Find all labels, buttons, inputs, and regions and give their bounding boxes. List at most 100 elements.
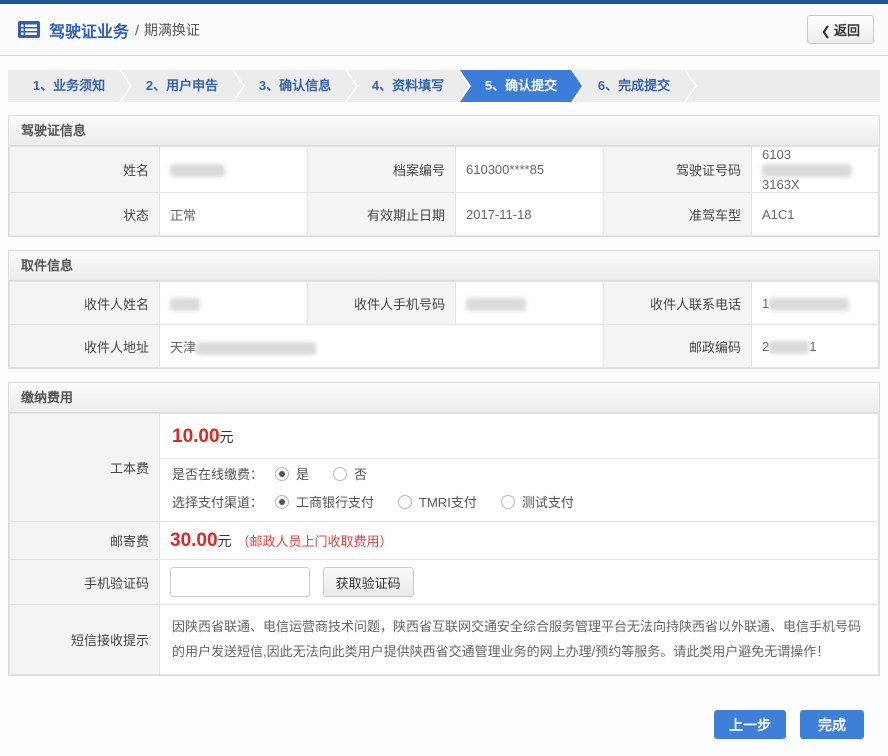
redacted-address [196, 342, 316, 355]
pay-channel-label: 选择支付渠道： [172, 492, 263, 511]
fee-amount: 10.00 [172, 426, 220, 447]
payment-section: 缴纳费用 工本费 10.00元 是否在线缴费： 是 否 选择支付渠道： 工商银行… [8, 382, 880, 676]
step-bar-filler [686, 70, 880, 102]
postage-label: 邮寄费 [10, 522, 160, 560]
name-value [160, 147, 308, 193]
name-label: 姓名 [10, 147, 160, 193]
vehicle-type-value: A1C1 [752, 193, 879, 236]
license-info-table: 姓名 档案编号 610300****85 驾驶证号码 6103 3163X 状态… [9, 146, 879, 236]
postcode-label: 邮政编码 [604, 325, 752, 368]
fee-value-cell: 10.00元 是否在线缴费： 是 否 选择支付渠道： 工商银行支付 TMRI支付… [160, 414, 879, 522]
radio-channel-tmri[interactable]: TMRI支付 [398, 492, 477, 511]
step-wizard: 1、业务须知 2、用户申告 3、确认信息 4、资料填写 5、确认提交 6、完成提… [8, 70, 880, 102]
table-row: 状态 正常 有效期止日期 2017-11-18 准驾车型 A1C1 [10, 193, 879, 236]
previous-step-button[interactable]: 上一步 [714, 710, 786, 739]
step-1-business-notice[interactable]: 1、业务须知 [8, 70, 130, 102]
breadcrumb-separator: / [135, 22, 139, 38]
captcha-input[interactable] [170, 567, 310, 597]
footer-actions: 上一步 完成 [24, 710, 864, 739]
postage-amount: 30.00 [170, 530, 218, 551]
table-row: 收件人地址 天津 邮政编码 21 [10, 325, 879, 368]
recipient-name-label: 收件人姓名 [10, 282, 160, 325]
radio-online-yes[interactable]: 是 [275, 464, 309, 483]
page-title: 驾驶证业务 [49, 18, 129, 42]
file-no-value: 610300****85 [456, 147, 604, 193]
address-value: 天津 [160, 325, 604, 368]
chevron-left-icon: ❮ [821, 24, 831, 38]
sms-notice-label: 短信接收提示 [10, 605, 160, 675]
postcode-prefix: 2 [762, 339, 769, 354]
online-pay-row: 是否在线缴费： 是 否 [160, 459, 878, 487]
radio-icon [333, 467, 347, 481]
vehicle-type-label: 准驾车型 [604, 193, 752, 236]
recipient-phone-prefix: 1 [762, 296, 769, 311]
radio-label: 是 [296, 464, 309, 483]
step-6-complete-submit[interactable]: 6、完成提交 [573, 70, 695, 102]
get-captcha-button[interactable]: 获取验证码 [323, 567, 414, 597]
table-row: 手机验证码 获取验证码 [10, 560, 879, 605]
fee-unit: 元 [220, 429, 234, 445]
recipient-mobile-label: 收件人手机号码 [308, 282, 456, 325]
redacted-postcode [769, 341, 809, 354]
radio-icon [275, 467, 289, 481]
online-pay-label: 是否在线缴费： [172, 464, 263, 483]
license-no-suffix: 3163X [762, 177, 800, 192]
pickup-info-title: 取件信息 [9, 251, 879, 281]
captcha-cell: 获取验证码 [160, 560, 879, 605]
postcode-value: 21 [752, 325, 879, 368]
radio-icon [275, 495, 289, 509]
pay-channel-row: 选择支付渠道： 工商银行支付 TMRI支付 测试支付 [160, 487, 878, 521]
file-no-label: 档案编号 [308, 147, 456, 193]
back-button[interactable]: ❮返回 [807, 15, 874, 44]
redacted-name [170, 164, 225, 177]
license-no-prefix: 6103 [762, 147, 791, 162]
status-value: 正常 [160, 193, 308, 236]
table-row: 姓名 档案编号 610300****85 驾驶证号码 6103 3163X [10, 147, 879, 193]
valid-until-label: 有效期止日期 [308, 193, 456, 236]
sms-notice-text: 因陕西省联通、电信运营商技术问题，陕西省互联网交通安全综合服务管理平台无法向持陕… [160, 605, 879, 675]
recipient-mobile-value [456, 282, 604, 325]
radio-label: TMRI支付 [419, 492, 477, 511]
address-prefix: 天津 [170, 340, 196, 355]
table-row: 邮寄费 30.00元 （邮政人员上门收取费用） [10, 522, 879, 560]
radio-icon [398, 495, 412, 509]
radio-label: 测试支付 [522, 492, 574, 511]
step-2-user-declaration[interactable]: 2、用户申告 [121, 70, 243, 102]
valid-until-value: 2017-11-18 [456, 193, 604, 236]
back-button-label: 返回 [834, 23, 860, 38]
radio-label: 否 [354, 464, 367, 483]
postage-unit: 元 [218, 533, 232, 549]
license-no-label: 驾驶证号码 [604, 147, 752, 193]
redacted-recipient-phone [769, 298, 849, 311]
pickup-info-table: 收件人姓名 收件人手机号码 收件人联系电话 1 收件人地址 天津 邮政编码 21 [9, 281, 879, 368]
table-row: 工本费 10.00元 是否在线缴费： 是 否 选择支付渠道： 工商银行支付 TM… [10, 414, 879, 522]
payment-table: 工本费 10.00元 是否在线缴费： 是 否 选择支付渠道： 工商银行支付 TM… [9, 413, 879, 675]
address-label: 收件人地址 [10, 325, 160, 368]
captcha-label: 手机验证码 [10, 560, 160, 605]
table-row: 收件人姓名 收件人手机号码 收件人联系电话 1 [10, 282, 879, 325]
status-label: 状态 [10, 193, 160, 236]
list-icon [18, 21, 40, 38]
pickup-info-section: 取件信息 收件人姓名 收件人手机号码 收件人联系电话 1 收件人地址 天津 邮政… [8, 250, 880, 369]
redacted-recipient-name [170, 298, 200, 311]
step-3-confirm-info[interactable]: 3、确认信息 [234, 70, 356, 102]
radio-channel-test[interactable]: 测试支付 [501, 492, 574, 511]
postage-note: （邮政人员上门收取费用） [237, 534, 393, 549]
payment-title: 缴纳费用 [9, 383, 879, 413]
step-5-confirm-submit[interactable]: 5、确认提交 [460, 70, 582, 102]
license-no-value: 6103 3163X [752, 147, 879, 193]
postcode-suffix: 1 [809, 339, 816, 354]
finish-button[interactable]: 完成 [800, 710, 864, 739]
radio-online-no[interactable]: 否 [333, 464, 367, 483]
postage-value: 30.00元 （邮政人员上门收取费用） [160, 522, 879, 560]
fee-amount-row: 10.00元 [160, 414, 878, 459]
recipient-name-value [160, 282, 308, 325]
fee-label: 工本费 [10, 414, 160, 522]
page-header: 驾驶证业务 / 期满换证 ❮返回 [0, 4, 888, 56]
step-4-fill-materials[interactable]: 4、资料填写 [347, 70, 469, 102]
radio-label: 工商银行支付 [296, 492, 374, 511]
recipient-phone-value: 1 [752, 282, 879, 325]
breadcrumb-current: 期满换证 [144, 20, 200, 40]
radio-channel-icbc[interactable]: 工商银行支付 [275, 492, 374, 511]
table-row: 短信接收提示 因陕西省联通、电信运营商技术问题，陕西省互联网交通安全综合服务管理… [10, 605, 879, 675]
